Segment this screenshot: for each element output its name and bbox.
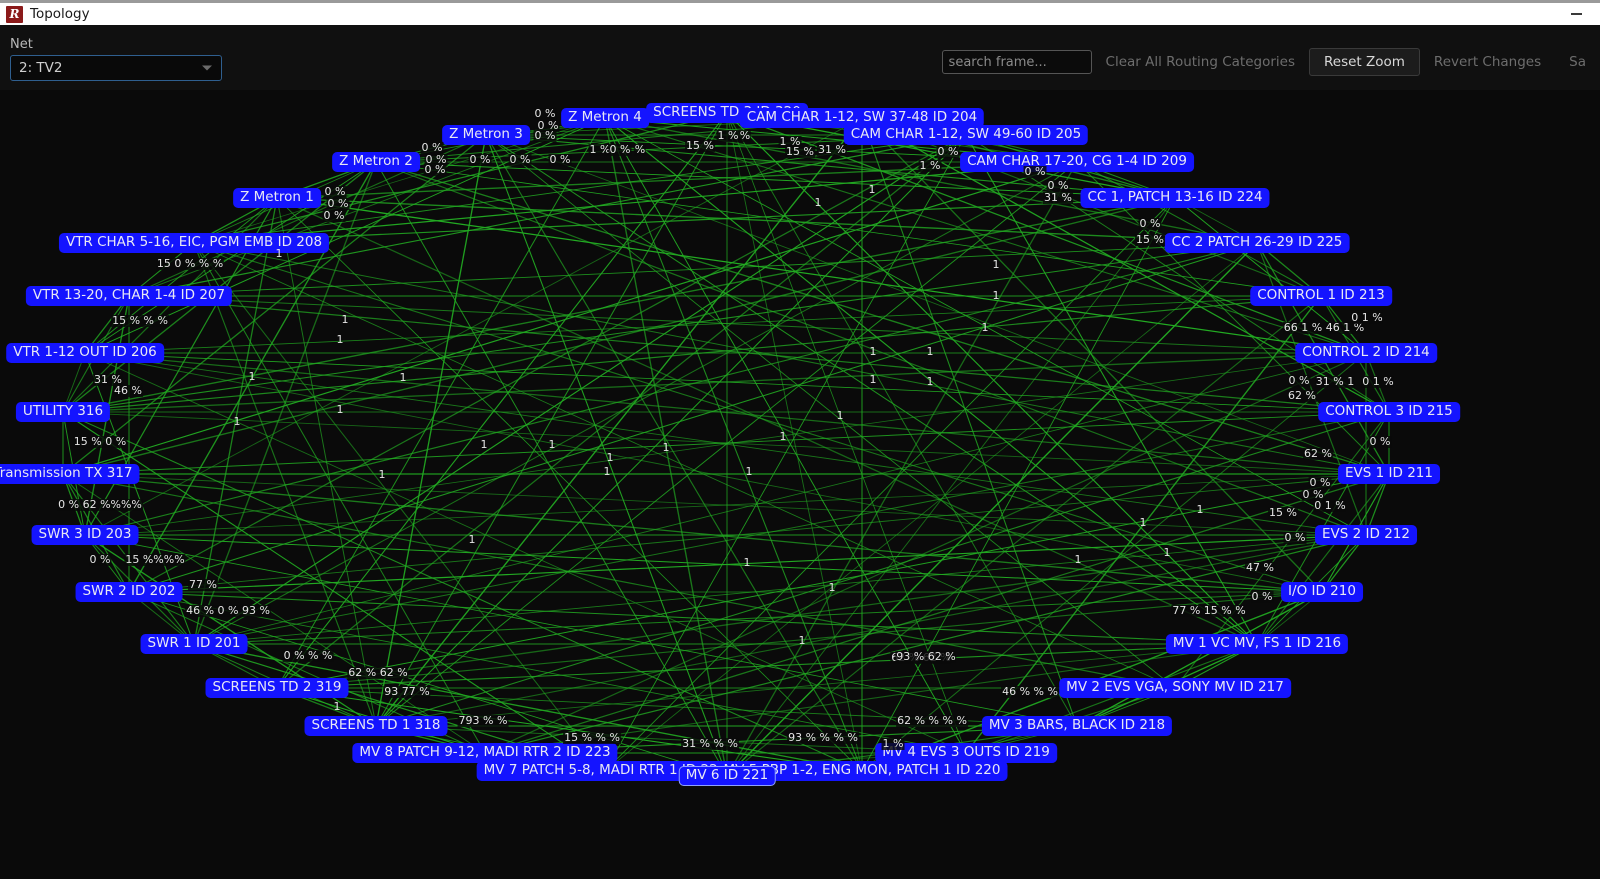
topology-node[interactable]: SWR 2 ID 202 [76,582,183,602]
chevron-down-icon [202,66,212,71]
revert-changes-button[interactable]: Revert Changes [1420,47,1555,77]
topology-node[interactable]: SWR 3 ID 203 [32,525,139,545]
topology-node[interactable]: MV 3 BARS, BLACK ID 218 [982,716,1172,736]
topology-node[interactable]: Z Metron 1 [233,188,321,208]
topology-node[interactable]: UTILITY 316 [16,402,110,422]
save-button[interactable]: Sa [1555,47,1600,77]
app-logo-letter: R [10,8,20,20]
window-title: Topology [30,6,90,22]
topology-node[interactable]: EVS 2 ID 212 [1315,525,1417,545]
topology-node[interactable]: CONTROL 2 ID 214 [1295,343,1437,363]
window-titlebar: R Topology [0,0,1600,25]
topology-node[interactable]: MV 4 EVS 3 OUTS ID 219 [875,743,1057,763]
topology-node[interactable]: VTR CHAR 5-16, EIC, PGM EMB ID 208 [59,233,329,253]
minimize-icon[interactable] [1568,7,1585,21]
topology-node[interactable]: MV 1 VC MV, FS 1 ID 216 [1166,634,1348,654]
topology-node[interactable]: MV 6 ID 221 [679,766,776,786]
net-select-value: 2: TV2 [19,60,63,76]
net-selector-group: Net 2: TV2 [10,37,222,81]
reset-zoom-button[interactable]: Reset Zoom [1309,48,1420,76]
topology-node[interactable]: CC 2 PATCH 26-29 ID 225 [1165,233,1350,253]
topology-node[interactable]: I/O ID 210 [1281,582,1363,602]
clear-all-routing-categories-button[interactable]: Clear All Routing Categories [1092,47,1309,77]
topology-node[interactable]: MV 2 EVS VGA, SONY MV ID 217 [1059,678,1291,698]
topology-node[interactable]: CONTROL 1 ID 213 [1250,286,1392,306]
topology-node[interactable]: SWR 1 ID 201 [141,634,248,654]
net-label: Net [10,37,222,52]
topology-node[interactable]: MV 8 PATCH 9-12, MADI RTR 2 ID 223 [352,743,617,763]
topology-node[interactable]: CAM CHAR 17-20, CG 1-4 ID 209 [960,152,1194,172]
toolbar-actions: Clear All Routing Categories Reset Zoom … [942,47,1600,77]
search-input[interactable] [942,50,1092,74]
topology-node[interactable]: Z Metron 3 [442,125,530,145]
topology-node[interactable]: CC 1, PATCH 13-16 ID 224 [1080,188,1269,208]
topology-node[interactable]: SCREENS TD 1 318 [305,716,448,736]
topology-node[interactable]: Transmission TX 317 [0,464,140,484]
topology-node[interactable]: Z Metron 2 [332,152,420,172]
topology-node[interactable]: VTR 13-20, CHAR 1-4 ID 207 [26,286,232,306]
topology-node[interactable]: Z Metron 4 [561,108,649,128]
topology-window: R Topology Net 2: TV2 Clear All Routing … [0,0,1600,879]
toolbar: Net 2: TV2 Clear All Routing Categories … [0,25,1600,90]
topology-node[interactable]: CONTROL 3 ID 215 [1318,402,1460,422]
app-logo-icon: R [6,6,23,23]
topology-node[interactable]: VTR 1-12 OUT ID 206 [6,343,164,363]
topology-node[interactable]: CAM CHAR 1-12, SW 49-60 ID 205 [844,125,1088,145]
net-select[interactable]: 2: TV2 [10,55,222,81]
topology-node[interactable]: EVS 1 ID 211 [1338,464,1440,484]
topology-node[interactable]: SCREENS TD 2 319 [206,678,349,698]
topology-canvas[interactable]: Z Metron 4SCREENS TD 3 ID 320CAM CHAR 1-… [0,90,1600,879]
